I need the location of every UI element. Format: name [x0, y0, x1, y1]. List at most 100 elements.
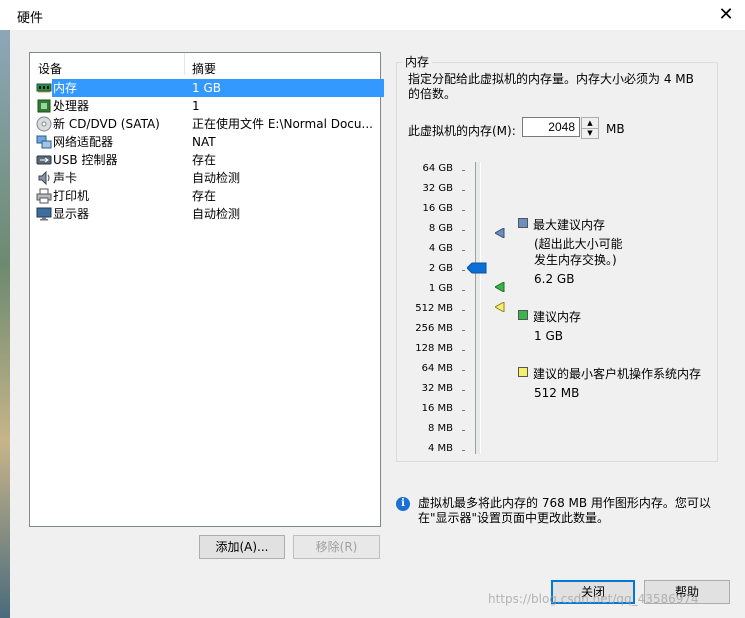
memory-spinner[interactable]: ▲ ▼: [581, 117, 599, 139]
memory-group-title: 内存: [402, 53, 433, 70]
min-guest-title: 建议的最小客户机操作系统内存: [533, 367, 702, 381]
memory-description: 指定分配给此虚拟机的内存量。内存大小必须为 4 MB 的倍数。: [408, 72, 694, 101]
device-summary: 存在: [192, 189, 217, 203]
device-name: 打印机: [53, 189, 90, 203]
device-row-usb-controller[interactable]: USB 控制器 存在: [30, 151, 380, 169]
scale-label: 8 GB: [428, 223, 453, 234]
memory-unit: MB: [606, 122, 625, 136]
scale-label: 256 MB: [415, 323, 453, 334]
memory-slider-track[interactable]: [475, 162, 481, 454]
scale-tick: [462, 390, 465, 391]
min-guest-legend-icon: [518, 367, 528, 377]
device-name: 内存: [52, 79, 187, 97]
scale-label: 16 MB: [421, 403, 453, 414]
scale-label: 32 MB: [421, 383, 453, 394]
column-divider[interactable]: [184, 53, 185, 75]
scale-tick: [462, 350, 465, 351]
scale-label: 32 GB: [422, 183, 453, 194]
device-name: USB 控制器: [53, 153, 118, 167]
processor-icon: [37, 99, 51, 113]
device-row-memory[interactable]: 内存 1 GB: [30, 79, 384, 97]
device-row-cd-dvd[interactable]: 新 CD/DVD (SATA) 正在使用文件 E:\Normal Docu...: [30, 115, 380, 133]
scale-label: 8 MB: [427, 423, 453, 434]
scale-tick: [462, 230, 465, 231]
device-row-display[interactable]: 显示器 自动检测: [30, 205, 380, 223]
device-name: 处理器: [53, 99, 90, 113]
recommended-value: 1 GB: [534, 329, 563, 343]
watermark: https://blog.csdn.net/qq_43586974: [488, 592, 699, 606]
graphics-memory-info: 虚拟机最多将此内存的 768 MB 用作图形内存。您可以 在"显示器"设置页面中…: [418, 496, 728, 526]
hardware-dialog: 硬件 ✕ 设备 摘要 内存 1 GB 处理器 1 新 CD/DVD (SATA)…: [10, 0, 745, 618]
scale-tick: [462, 430, 465, 431]
device-row-sound-card[interactable]: 声卡 自动检测: [30, 169, 380, 187]
remove-button[interactable]: 移除(R): [293, 535, 380, 559]
scale-tick: [462, 250, 465, 251]
scale-label: 2 GB: [428, 263, 453, 274]
scale-tick: [462, 290, 465, 291]
max-recommended-title: 最大建议内存: [533, 218, 606, 232]
scale-tick: [462, 370, 465, 371]
scale-label: 128 MB: [415, 343, 453, 354]
info-line: 在"显示器"设置页面中更改此数量。: [418, 511, 610, 525]
spin-down-icon[interactable]: ▼: [582, 128, 598, 138]
min-guest-value: 512 MB: [534, 386, 580, 400]
max-recommended-legend-icon: [518, 218, 528, 228]
display-icon: [36, 207, 52, 221]
device-summary: 1: [192, 99, 200, 113]
add-button[interactable]: 添加(A)...: [199, 535, 285, 559]
scale-label: 4 GB: [428, 243, 453, 254]
info-icon: i: [396, 497, 410, 511]
desktop-background: [0, 30, 10, 618]
device-row-printer[interactable]: 打印机 存在: [30, 187, 380, 205]
scale-tick: [462, 170, 465, 171]
memory-icon: [36, 83, 52, 93]
close-icon[interactable]: ✕: [715, 4, 737, 26]
cd-dvd-icon: [36, 116, 52, 132]
memory-field-label: 此虚拟机的内存(M):: [408, 124, 516, 138]
device-summary: 正在使用文件 E:\Normal Docu...: [192, 117, 373, 131]
memory-size-input[interactable]: [522, 117, 580, 137]
device-name: 声卡: [53, 171, 78, 185]
recommended-title: 建议内存: [533, 310, 582, 324]
max-recommended-note: (超出此大小可能: [534, 237, 623, 251]
scale-tick: [462, 330, 465, 331]
max-recommended-value: 6.2 GB: [534, 272, 575, 286]
min-guest-marker-icon: [495, 302, 505, 312]
device-summary: 自动检测: [192, 207, 241, 221]
column-header-summary[interactable]: 摘要: [192, 60, 216, 77]
device-name: 显示器: [53, 207, 90, 221]
scale-tick: [462, 410, 465, 411]
scale-tick: [462, 190, 465, 191]
scale-tick: [462, 310, 465, 311]
usb-controller-icon: [36, 155, 52, 165]
device-list[interactable]: 设备 摘要 内存 1 GB 处理器 1 新 CD/DVD (SATA) 正在使用…: [29, 52, 384, 527]
device-summary: NAT: [192, 135, 216, 149]
title-bar: 硬件 ✕: [10, 0, 745, 30]
max-recommended-marker-icon: [495, 228, 505, 238]
device-row-processor[interactable]: 处理器 1: [30, 97, 380, 115]
scale-tick: [462, 450, 465, 451]
memory-slider-thumb[interactable]: [467, 262, 487, 274]
sound-card-icon: [38, 170, 50, 186]
scale-label: 512 MB: [415, 303, 453, 314]
scale-label: 64 MB: [421, 363, 453, 374]
recommended-legend-icon: [518, 310, 528, 320]
device-row-network-adapter[interactable]: 网络适配器 NAT: [30, 133, 380, 151]
device-name: 新 CD/DVD (SATA): [53, 117, 160, 131]
scale-label: 16 GB: [422, 203, 453, 214]
printer-icon: [36, 188, 52, 204]
column-header-device[interactable]: 设备: [38, 60, 62, 77]
max-recommended-note: 发生内存交换。): [534, 253, 617, 267]
scale-label: 1 GB: [428, 283, 453, 294]
device-name: 网络适配器: [53, 135, 114, 149]
device-summary: 1 GB: [186, 79, 384, 97]
scale-label: 4 MB: [427, 443, 453, 454]
network-adapter-icon: [36, 135, 52, 149]
device-summary: 存在: [192, 153, 217, 167]
device-summary: 自动检测: [192, 171, 241, 185]
scale-label: 64 GB: [422, 163, 453, 174]
scale-tick: [462, 270, 465, 271]
device-list-header: 设备 摘要: [30, 53, 380, 77]
dialog-title: 硬件: [17, 11, 44, 26]
recommended-marker-icon: [495, 282, 505, 292]
